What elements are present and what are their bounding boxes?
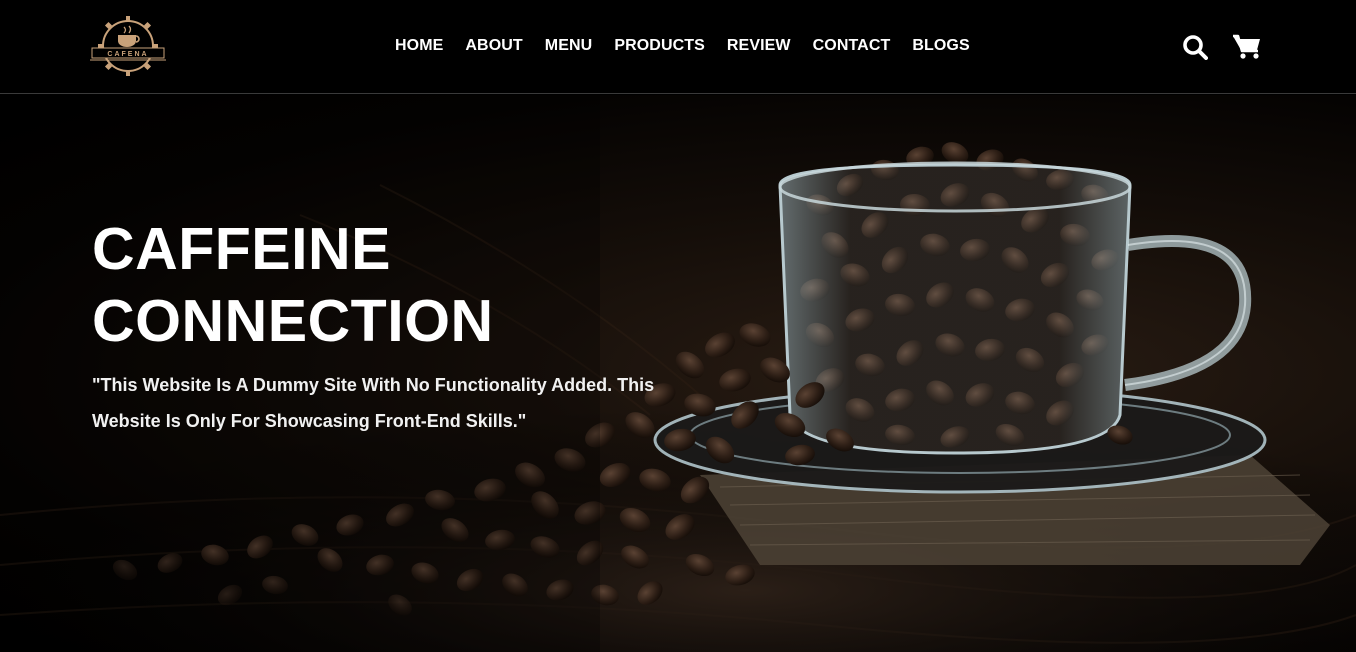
hero-section: CAFFEINE CONNECTION "This Website Is A D… <box>0 95 1356 652</box>
hero-description: "This Website Is A Dummy Site With No Fu… <box>92 375 655 431</box>
hero-title-line2: CONNECTION <box>92 288 494 354</box>
main-nav: HOME ABOUT MENU PRODUCTS REVIEW CONTACT … <box>384 36 981 56</box>
nav-about[interactable]: ABOUT <box>454 36 533 56</box>
site-header: CAFENA HOME ABOUT MENU PRODUCTS REVIEW C… <box>0 0 1356 94</box>
nav-contact[interactable]: CONTACT <box>802 36 902 56</box>
nav-products[interactable]: PRODUCTS <box>603 36 716 56</box>
hero-title: CAFFEINE CONNECTION <box>92 213 494 357</box>
cafena-logo[interactable]: CAFENA <box>90 13 166 77</box>
header-actions <box>1180 32 1262 62</box>
search-icon <box>1183 35 1208 60</box>
cart-icon <box>1233 34 1260 59</box>
logo-badge-icon: CAFENA <box>90 16 166 76</box>
logo-text: CAFENA <box>107 51 148 58</box>
nav-review[interactable]: REVIEW <box>716 36 802 56</box>
search-button[interactable] <box>1180 32 1210 62</box>
cart-button[interactable] <box>1232 32 1262 62</box>
nav-menu[interactable]: MENU <box>534 36 604 56</box>
hero-title-line1: CAFFEINE <box>92 216 391 282</box>
nav-home[interactable]: HOME <box>384 36 454 56</box>
nav-blogs[interactable]: BLOGS <box>901 36 980 56</box>
